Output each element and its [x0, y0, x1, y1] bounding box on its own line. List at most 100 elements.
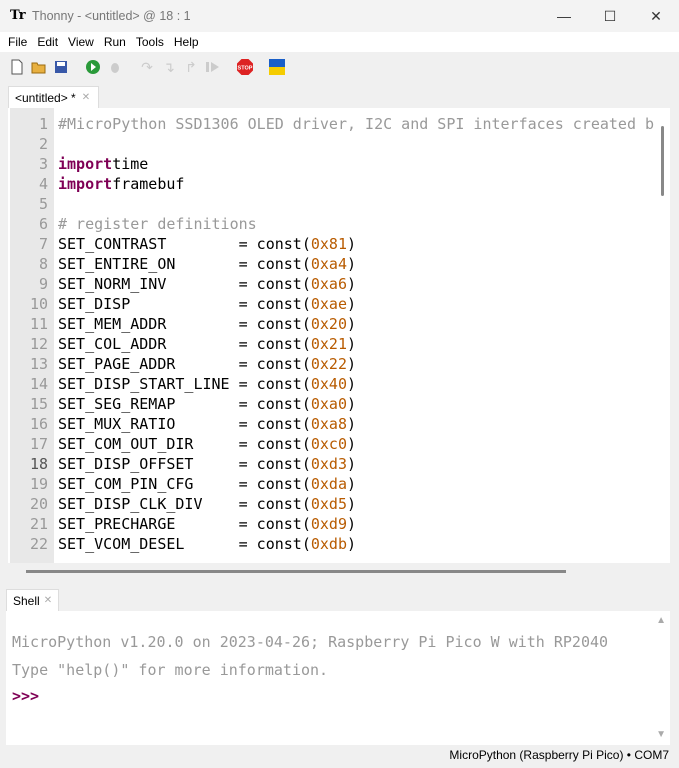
code-line[interactable]: SET_DISP_START_LINE = const(0x40) [58, 374, 356, 394]
status-bar-interpreter[interactable]: MicroPython (Raspberry Pi Pico) • COM7 [449, 748, 669, 762]
tab-untitled[interactable]: <untitled> * ✕ [8, 86, 100, 108]
code-token: #MicroPython SSD1306 OLED driver, I2C an… [58, 115, 655, 133]
tab-shell[interactable]: Shell ✕ [6, 589, 60, 611]
menu-help[interactable]: Help [169, 35, 204, 49]
debug-icon[interactable] [106, 58, 124, 76]
code-token: SET_DISP_START_LINE = const( [58, 375, 311, 393]
line-number: 21 [29, 515, 48, 533]
scroll-up-icon[interactable]: ▲ [656, 615, 666, 626]
horizontal-scrollbar-thumb[interactable] [26, 570, 566, 573]
code-line[interactable]: SET_MUX_RATIO = const(0xa8) [58, 414, 356, 434]
line-number: 20 [29, 495, 48, 513]
menu-bar: File Edit View Run Tools Help [0, 32, 679, 52]
code-token: 0xa4 [310, 255, 347, 273]
line-number: 9 [38, 275, 48, 293]
code-line[interactable]: SET_DISP_CLK_DIV = const(0xd5) [58, 494, 356, 514]
ukraine-flag-icon[interactable] [268, 58, 286, 76]
menu-tools[interactable]: Tools [131, 35, 169, 49]
code-token: 0x20 [310, 315, 347, 333]
code-token: ) [347, 475, 357, 493]
code-token: ) [347, 375, 357, 393]
close-tab-icon[interactable]: ✕ [82, 92, 90, 103]
code-line[interactable]: SET_DISP = const(0xae) [58, 294, 356, 314]
code-line[interactable]: SET_COL_ADDR = const(0x21) [58, 334, 356, 354]
code-token: ) [347, 495, 357, 513]
shell-banner: MicroPython v1.20.0 on 2023-04-26; Raspb… [12, 633, 609, 651]
line-number: 19 [29, 475, 48, 493]
code-token: SET_ENTIRE_ON = const( [58, 255, 311, 273]
code-line[interactable]: SET_VCOM_DESEL = const(0xdb) [58, 534, 356, 554]
code-token: SET_MUX_RATIO = const( [58, 415, 311, 433]
shell-panel[interactable]: MicroPython v1.20.0 on 2023-04-26; Raspb… [6, 611, 670, 745]
code-line[interactable]: SET_MEM_ADDR = const(0x20) [58, 314, 356, 334]
code-line[interactable]: #MicroPython SSD1306 OLED driver, I2C an… [58, 114, 654, 134]
code-token: import [58, 155, 113, 173]
code-line[interactable]: SET_NORM_INV = const(0xa6) [58, 274, 356, 294]
code-token: ) [347, 235, 357, 253]
open-folder-icon[interactable] [30, 58, 48, 76]
line-number: 22 [29, 535, 48, 553]
code-token: ) [347, 415, 357, 433]
shell-prompt[interactable]: >>> [12, 687, 39, 705]
code-token: import [58, 175, 113, 193]
code-line[interactable]: importframebuf [58, 174, 184, 194]
close-shell-icon[interactable]: ✕ [44, 595, 52, 606]
code-line[interactable]: # register definitions [58, 214, 257, 234]
code-token: SET_COL_ADDR = const( [58, 335, 311, 353]
line-number: 4 [38, 175, 48, 193]
code-token: 0xa0 [310, 395, 347, 413]
horizontal-scrollbar[interactable] [8, 563, 670, 581]
code-token: 0xd9 [310, 515, 347, 533]
save-icon[interactable] [52, 58, 70, 76]
code-line[interactable]: importtime [58, 154, 148, 174]
stop-icon[interactable]: STOP [236, 58, 254, 76]
resume-icon[interactable] [204, 58, 222, 76]
code-line[interactable]: SET_PRECHARGE = const(0xd9) [58, 514, 356, 534]
step-out-icon[interactable]: ↱ [182, 58, 200, 76]
code-line[interactable]: SET_DISP_OFFSET = const(0xd3) [58, 454, 356, 474]
line-number: 14 [29, 375, 48, 393]
code-token: framebuf [112, 175, 185, 193]
menu-edit[interactable]: Edit [32, 35, 63, 49]
minimize-button[interactable]: — [541, 0, 587, 32]
code-token: ) [347, 435, 357, 453]
code-token: SET_COM_PIN_CFG = const( [58, 475, 311, 493]
new-file-icon[interactable] [8, 58, 26, 76]
line-number: 8 [38, 255, 48, 273]
run-icon[interactable] [84, 58, 102, 76]
menu-run[interactable]: Run [99, 35, 131, 49]
code-token: ) [347, 455, 357, 473]
code-line[interactable]: SET_COM_PIN_CFG = const(0xda) [58, 474, 356, 494]
step-over-icon[interactable]: ↷ [138, 58, 156, 76]
tab-label: <untitled> * [15, 90, 76, 105]
line-number: 6 [38, 215, 48, 233]
maximize-button[interactable]: ☐ [587, 0, 633, 32]
code-token: SET_MEM_ADDR = const( [58, 315, 311, 333]
code-line[interactable]: SET_PAGE_ADDR = const(0x22) [58, 354, 356, 374]
code-token: ) [347, 355, 357, 373]
code-editor[interactable]: 1 #MicroPython SSD1306 OLED driver, I2C a… [8, 108, 670, 563]
code-token: SET_DISP_OFFSET = const( [58, 455, 311, 473]
vertical-scrollbar[interactable] [661, 126, 664, 196]
line-number: 10 [29, 295, 48, 313]
code-line[interactable]: SET_ENTIRE_ON = const(0xa4) [58, 254, 356, 274]
close-button[interactable]: ✕ [633, 0, 679, 32]
scroll-down-icon[interactable]: ▼ [656, 729, 666, 740]
code-token: SET_DISP = const( [58, 295, 311, 313]
menu-view[interactable]: View [63, 35, 99, 49]
code-token: SET_VCOM_DESEL = const( [58, 535, 311, 553]
menu-file[interactable]: File [3, 35, 32, 49]
code-token: 0x22 [310, 355, 347, 373]
code-token: ) [347, 535, 357, 553]
code-line[interactable]: SET_CONTRAST = const(0x81) [58, 234, 356, 254]
code-line[interactable]: SET_SEG_REMAP = const(0xa0) [58, 394, 356, 414]
code-token: ) [347, 275, 357, 293]
code-line[interactable]: SET_COM_OUT_DIR = const(0xc0) [58, 434, 356, 454]
stop-label: STOP [238, 66, 253, 72]
code-token: SET_PRECHARGE = const( [58, 515, 311, 533]
code-token: 0x81 [310, 235, 347, 253]
code-token: SET_DISP_CLK_DIV = const( [58, 495, 311, 513]
code-token: 0xd5 [310, 495, 347, 513]
step-into-icon[interactable]: ↴ [160, 58, 178, 76]
line-number: 17 [29, 435, 48, 453]
